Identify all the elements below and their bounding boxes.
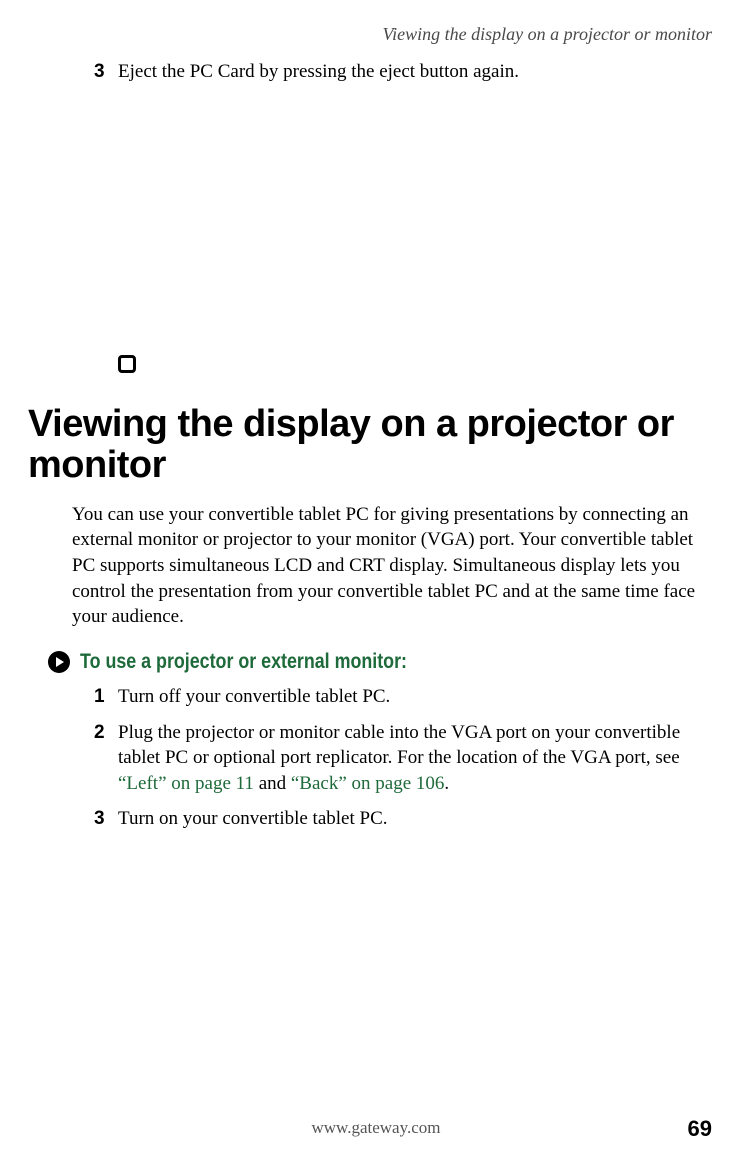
cross-ref-link[interactable]: “Back” on page 106 <box>291 773 445 794</box>
cross-ref-link[interactable]: “Left” on page 11 <box>118 773 254 794</box>
step-number: 3 <box>94 808 110 830</box>
intro-paragraph: You can use your convertible tablet PC f… <box>72 502 712 630</box>
procedure-header: To use a projector or external monitor: <box>48 650 712 674</box>
running-header: Viewing the display on a projector or mo… <box>28 24 712 45</box>
step-text-part: . <box>444 773 449 794</box>
step-text-part: Plug the projector or monitor cable into… <box>118 722 680 769</box>
step-text: Turn off your convertible tablet PC. <box>118 684 390 710</box>
procedure-step: 1 Turn off your convertible tablet PC. <box>94 684 712 710</box>
page-number: 69 <box>688 1116 712 1142</box>
procedure-title: To use a projector or external monitor: <box>80 650 407 674</box>
play-icon <box>48 651 70 673</box>
footer-url: www.gateway.com <box>0 1118 752 1138</box>
step-text: Turn on your convertible tablet PC. <box>118 806 388 832</box>
section-end-marker <box>118 355 712 378</box>
step-text: Eject the PC Card by pressing the eject … <box>118 59 519 85</box>
blank-space <box>28 95 712 355</box>
step-text: Plug the projector or monitor cable into… <box>118 720 712 797</box>
stop-icon <box>118 355 136 373</box>
step-number: 1 <box>94 686 110 708</box>
step-number: 3 <box>94 61 110 83</box>
manual-page: Viewing the display on a projector or mo… <box>0 0 752 1162</box>
prev-section-step: 3 Eject the PC Card by pressing the ejec… <box>94 59 712 85</box>
procedure-step: 2 Plug the projector or monitor cable in… <box>94 720 712 797</box>
procedure-step: 3 Turn on your convertible tablet PC. <box>94 806 712 832</box>
step-number: 2 <box>94 722 110 744</box>
section-heading: Viewing the display on a projector or mo… <box>28 404 712 486</box>
step-text-part: and <box>254 773 291 794</box>
